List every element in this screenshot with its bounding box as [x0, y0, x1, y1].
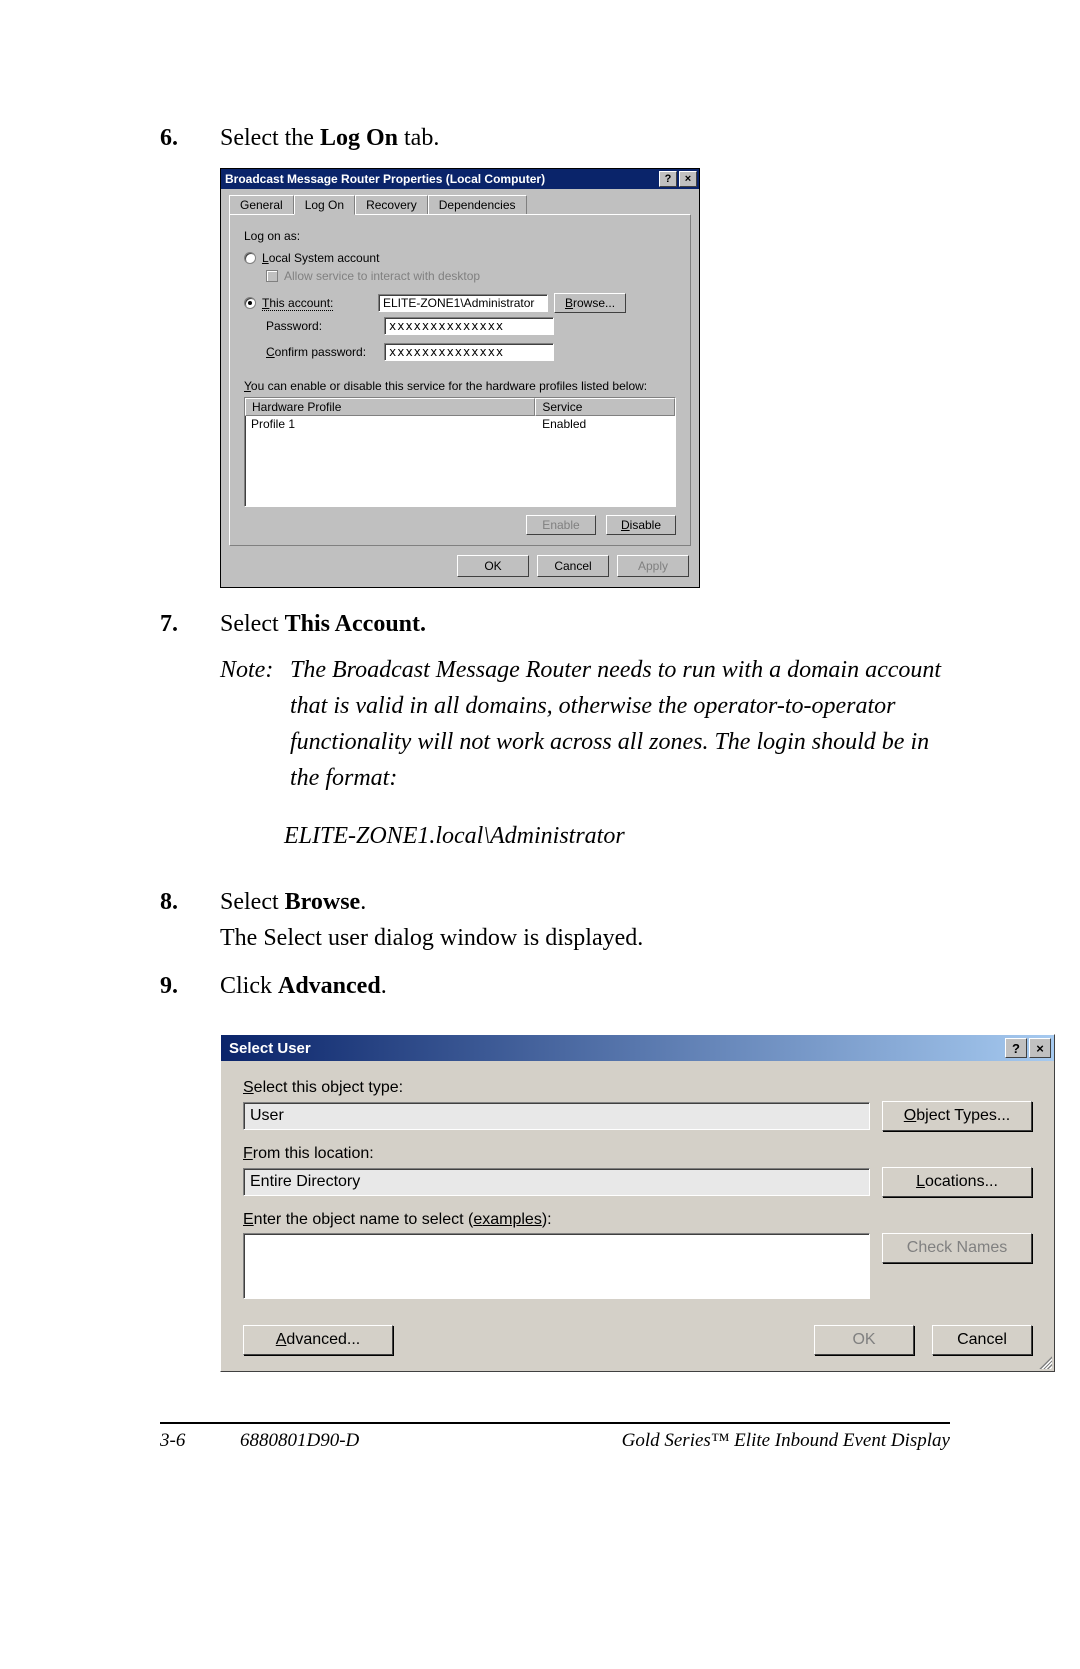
step-7-text: Select This Account.: [220, 611, 426, 637]
object-types-button[interactable]: Object Types...: [882, 1101, 1032, 1131]
object-type-label: Select this object type:: [243, 1079, 1032, 1097]
ok-button: OK: [814, 1325, 914, 1355]
col-hardware-profile[interactable]: Hardware Profile: [245, 398, 535, 416]
step-number-7: 7.: [160, 606, 220, 872]
confirm-password-input[interactable]: xxxxxxxxxxxxxx: [384, 343, 554, 361]
dialog-title-bar: Broadcast Message Router Properties (Loc…: [221, 169, 699, 189]
step-number-8: 8.: [160, 884, 220, 956]
step-number-6: 6.: [160, 120, 220, 156]
object-name-label: Enter the object name to select (example…: [243, 1211, 1032, 1229]
close-icon[interactable]: ×: [679, 171, 697, 187]
page-footer: 3-6 6880801D90-D Gold Series™ Elite Inbo…: [160, 1430, 950, 1452]
col-service[interactable]: Service: [535, 398, 675, 416]
ok-button[interactable]: OK: [457, 555, 529, 577]
this-account-label: This account:: [262, 296, 372, 310]
note-format-example: ELITE-ZONE1.local\Administrator: [284, 818, 950, 854]
cancel-button[interactable]: Cancel: [537, 555, 609, 577]
tab-general[interactable]: General: [229, 195, 294, 215]
table-row[interactable]: Profile 1 Enabled: [245, 416, 675, 432]
tab-dependencies[interactable]: Dependencies: [428, 195, 527, 215]
tab-recovery[interactable]: Recovery: [355, 195, 428, 215]
apply-button: Apply: [617, 555, 689, 577]
hardware-profile-list[interactable]: Hardware Profile Service Profile 1 Enabl…: [244, 397, 676, 507]
check-names-button: Check Names: [882, 1233, 1032, 1263]
account-input[interactable]: ELITE-ZONE1\Administrator: [378, 294, 548, 312]
password-input[interactable]: xxxxxxxxxxxxxx: [384, 317, 554, 335]
password-label: Password:: [266, 319, 376, 333]
local-system-label: Local System account: [262, 251, 379, 265]
radio-local-system[interactable]: [244, 252, 256, 264]
disable-button[interactable]: Disable: [606, 515, 676, 535]
cancel-button[interactable]: Cancel: [932, 1325, 1032, 1355]
dialog-title-bar: Select User ? ×: [221, 1035, 1054, 1061]
select-user-dialog: Select User ? × Select this object type:…: [220, 1034, 1055, 1372]
confirm-password-label: Confirm password:: [266, 345, 376, 359]
close-icon[interactable]: ×: [1029, 1038, 1051, 1058]
help-icon[interactable]: ?: [1005, 1038, 1027, 1058]
resize-grip-icon[interactable]: [1036, 1353, 1052, 1369]
radio-this-account[interactable]: [244, 297, 256, 309]
location-field: Entire Directory: [243, 1168, 870, 1196]
from-location-label: From this location:: [243, 1145, 1032, 1163]
document-id: 6880801D90-D: [240, 1430, 470, 1452]
enable-button: Enable: [526, 515, 596, 535]
note-block: Note: The Broadcast Message Router needs…: [220, 652, 950, 796]
hw-profile-desc: You can enable or disable this service f…: [244, 379, 676, 393]
product-name: Gold Series™ Elite Inbound Event Display: [470, 1430, 950, 1452]
object-name-input[interactable]: [243, 1233, 870, 1299]
help-icon[interactable]: ?: [659, 171, 677, 187]
tab-logon[interactable]: Log On: [294, 195, 355, 215]
interact-desktop-label: Allow service to interact with desktop: [284, 269, 480, 283]
browse-button[interactable]: Browse...: [554, 293, 626, 313]
step-6-text: Select the Log On tab.: [220, 120, 950, 156]
step-9-text: Click Advanced.: [220, 968, 950, 1004]
step-number-9: 9.: [160, 968, 220, 1004]
page-number: 3-6: [160, 1430, 240, 1452]
dialog-title: Broadcast Message Router Properties (Loc…: [225, 172, 545, 186]
dialog-title: Select User: [229, 1040, 311, 1057]
logon-as-label: Log on as:: [244, 229, 676, 243]
properties-dialog: Broadcast Message Router Properties (Loc…: [220, 168, 700, 588]
step-8-text: Select Browse. The Select user dialog wi…: [220, 884, 950, 956]
locations-button[interactable]: Locations...: [882, 1167, 1032, 1197]
checkbox-interact-desktop: [266, 270, 278, 282]
object-type-field: User: [243, 1102, 870, 1130]
advanced-button[interactable]: Advanced...: [243, 1325, 393, 1355]
